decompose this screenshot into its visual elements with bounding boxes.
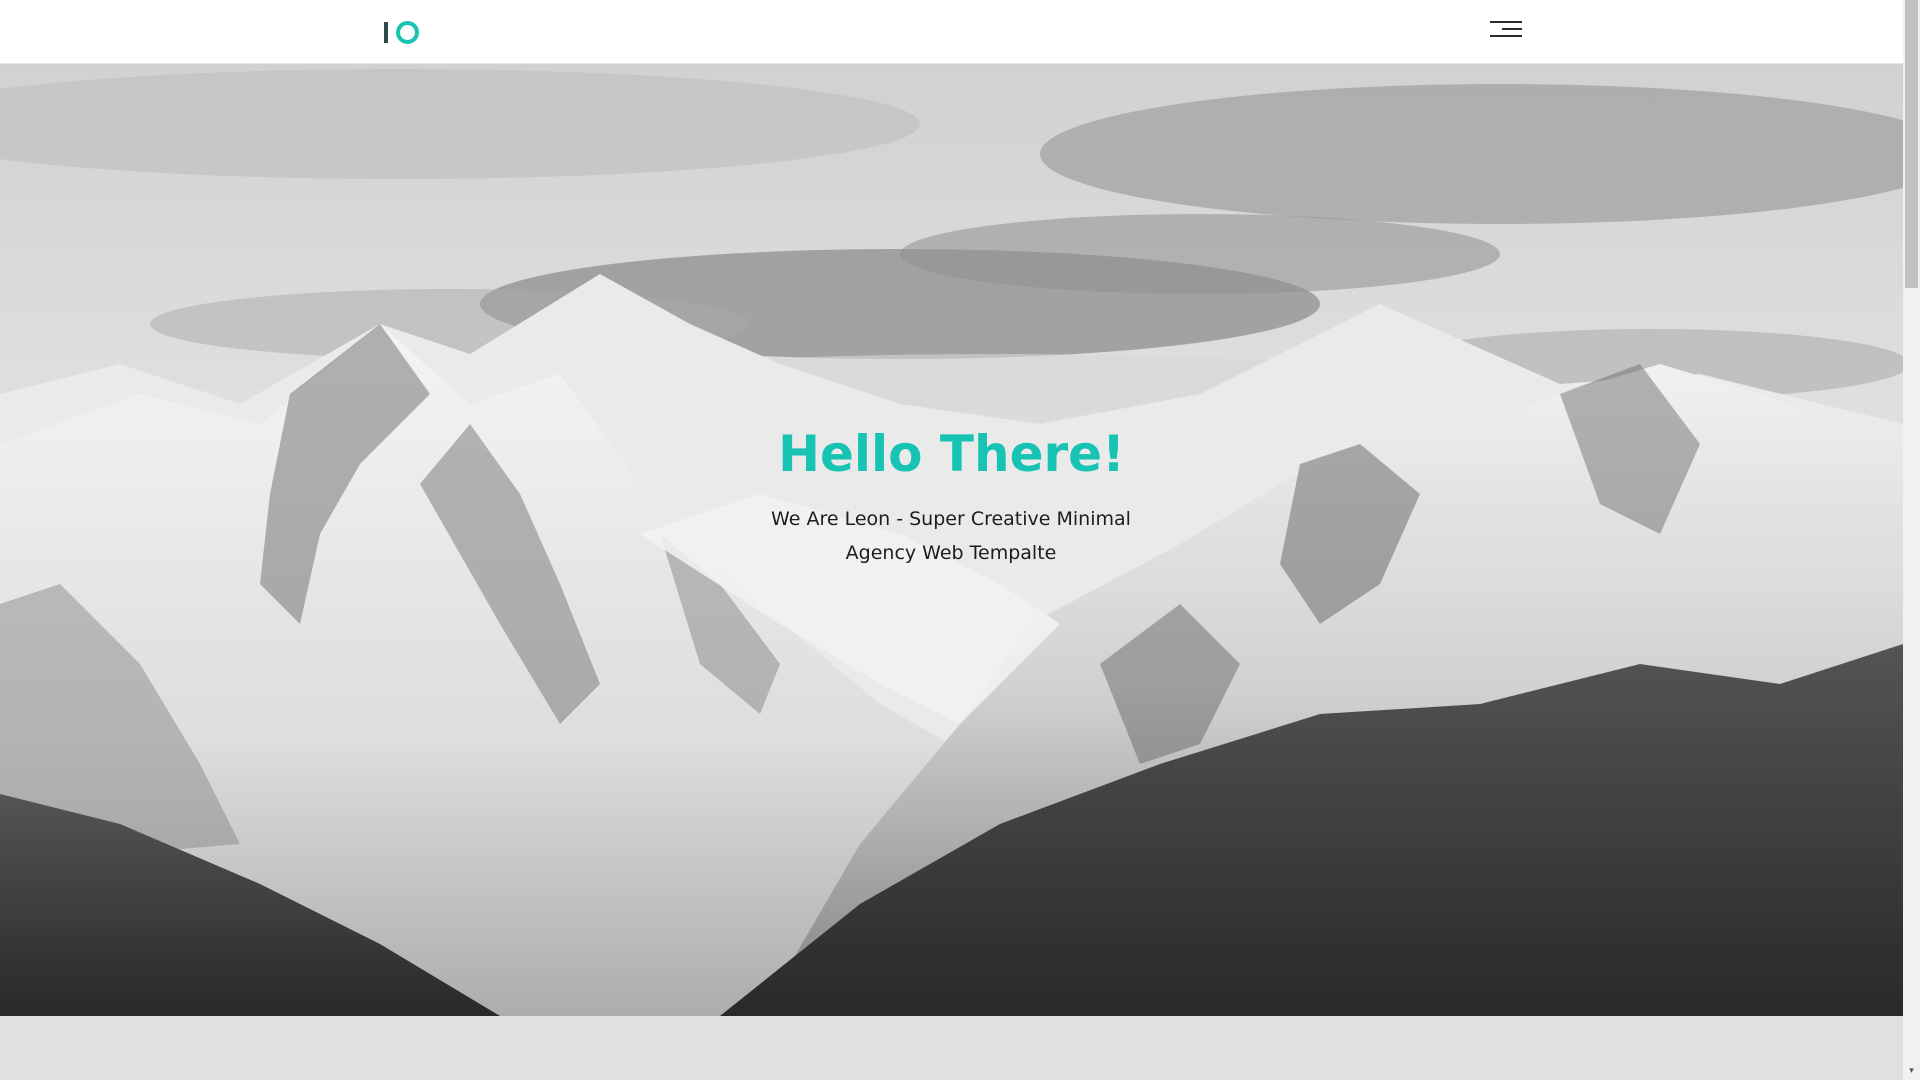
hero-subtitle-line: Agency Web Tempalte [845, 542, 1057, 564]
menu-line [1490, 21, 1522, 23]
menu-line [1490, 35, 1522, 37]
logo-bar-mark [384, 21, 388, 43]
menu-line [1502, 28, 1522, 30]
hero-section: Hello There! We Are Leon - Super Creativ… [0, 64, 1903, 1016]
hero-title: Hello There! [778, 425, 1125, 483]
hamburger-menu-icon[interactable] [1490, 20, 1522, 40]
hero-subtitle-line: We Are Leon - Super Creative Minimal [771, 508, 1131, 530]
logo[interactable]: IO [384, 19, 419, 45]
site-header: IO [0, 0, 1903, 64]
next-section [0, 1016, 1903, 1080]
logo-ring-mark [396, 20, 419, 44]
scroll-down-arrow-icon[interactable]: ▾ [1905, 1064, 1918, 1078]
scrollbar-thumb[interactable] [1905, 0, 1918, 288]
logo-text: IO [384, 19, 385, 20]
page: IO [0, 0, 1903, 1080]
hero-subtitle: We Are Leon - Super Creative Minimal Age… [751, 502, 1151, 570]
